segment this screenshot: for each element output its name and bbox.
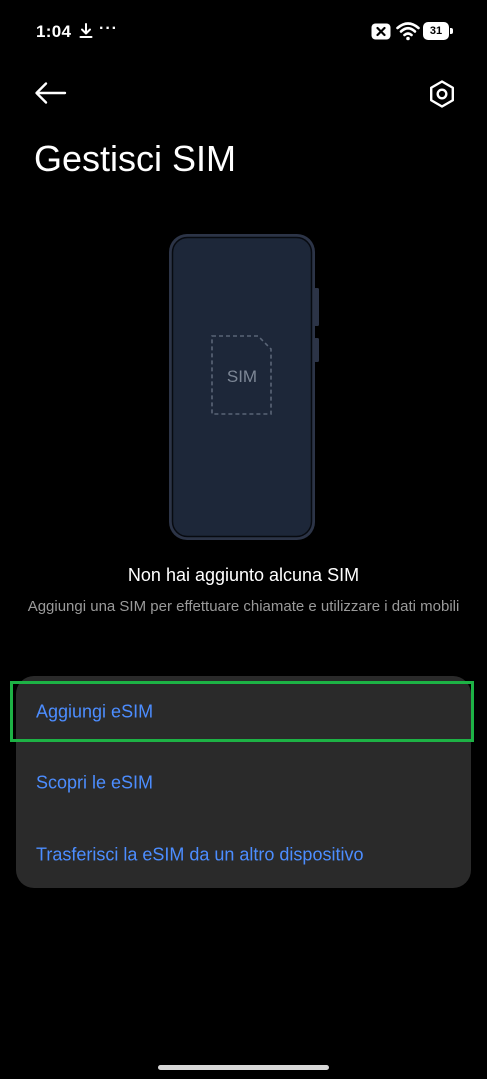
back-button[interactable]: [28, 72, 72, 116]
settings-button[interactable]: [420, 72, 464, 116]
empty-state-description: Aggiungi una SIM per effettuare chiamate…: [27, 598, 460, 615]
discover-esim-label: Scopri le eSIM: [36, 772, 154, 793]
status-time: 1:04: [36, 22, 72, 41]
back-arrow-icon: [35, 82, 67, 104]
status-bar: 1:04 ··· 31: [0, 0, 487, 64]
settings-icon: [430, 80, 454, 108]
sim-card-label: SIM: [227, 367, 257, 386]
transfer-esim-option[interactable]: Trasferisci la eSIM da un altro disposit…: [16, 825, 471, 885]
sim-options-card: Aggiungi eSIM Scopri le eSIM Trasferisci…: [16, 676, 471, 888]
empty-state-heading: Non hai aggiunto alcuna SIM: [127, 565, 360, 585]
page-title: Gestisci SIM: [34, 138, 237, 179]
battery-icon: 31: [423, 22, 453, 40]
wifi-icon: [396, 22, 420, 41]
download-icon: [79, 23, 93, 38]
discover-esim-option[interactable]: Scopri le eSIM: [16, 753, 471, 813]
home-indicator[interactable]: [158, 1065, 329, 1070]
transfer-esim-label: Trasferisci la eSIM da un altro disposit…: [36, 844, 364, 865]
phone-sim-illustration: SIM: [169, 234, 319, 540]
add-esim-option[interactable]: Aggiungi eSIM: [16, 682, 471, 742]
no-sim-icon: [371, 23, 391, 40]
battery-level: 31: [429, 25, 443, 37]
add-esim-label: Aggiungi eSIM: [36, 701, 154, 722]
overflow-dots-icon: ···: [99, 20, 118, 37]
